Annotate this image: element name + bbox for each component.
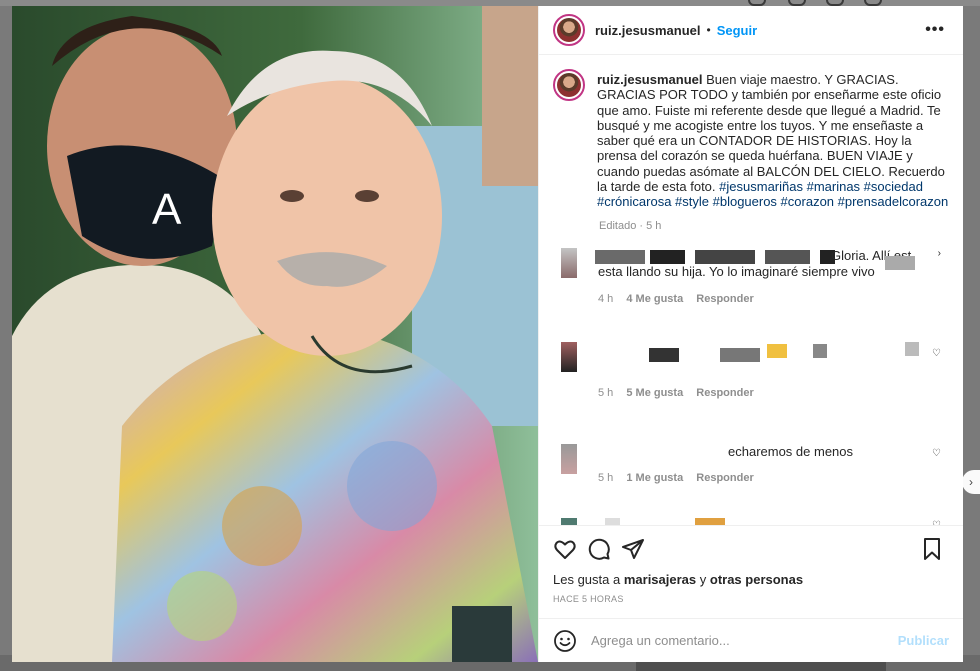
liker-username[interactable]: marisajeras <box>624 572 696 587</box>
comment-item: echaremos de menos ♡ 5 h 1 Me gusta Resp… <box>555 443 949 506</box>
commenter-avatar[interactable] <box>561 341 577 372</box>
pixelated-text <box>767 343 787 358</box>
pixelated-text <box>885 255 915 270</box>
photo-illustration: A <box>12 6 538 662</box>
caption-text: ruiz.jesusmanuel Buen viaje maestro. Y G… <box>597 72 949 210</box>
comment-meta: 4 h 4 Me gusta Responder <box>598 293 764 305</box>
pixelated-text <box>605 517 620 525</box>
comment-likes[interactable]: 5 Me gusta <box>626 387 683 399</box>
add-comment-bar: Publicar <box>539 618 963 662</box>
comment-like-icon[interactable]: › <box>938 248 941 259</box>
pixelated-text <box>649 347 679 362</box>
comment-icon[interactable] <box>587 537 611 561</box>
pixelated-text <box>765 249 810 264</box>
caption-body: Buen viaje maestro. Y GRACIAS. GRACIAS P… <box>597 72 945 195</box>
comments-section[interactable]: ruiz.jesusmanuel Buen viaje maestro. Y G… <box>539 55 963 525</box>
emoji-icon[interactable] <box>553 629 577 653</box>
comment-text-line2: esta llando su hija. Yo lo imaginaré sie… <box>598 263 875 279</box>
commenter-avatar[interactable] <box>561 247 577 278</box>
comment-item: ♡ <box>555 517 949 525</box>
caption-username[interactable]: ruiz.jesusmanuel <box>597 72 702 87</box>
reply-button[interactable]: Responder <box>696 387 753 399</box>
comment-time: 4 h <box>598 292 614 305</box>
post-sidebar: ruiz.jesusmanuel • Seguir ••• ruiz.jesus… <box>538 6 963 662</box>
post-photo: A <box>12 6 538 662</box>
likes-summary: Les gusta a marisajeras y otras personas <box>553 572 803 587</box>
comment-input[interactable] <box>589 632 898 649</box>
publish-button[interactable]: Publicar <box>898 633 949 648</box>
svg-text:A: A <box>152 185 182 234</box>
comment-item: Gloria. Allí est esta llando su hija. Yo… <box>555 247 949 318</box>
caption-avatar[interactable] <box>553 69 585 101</box>
pixelated-text <box>905 341 919 356</box>
comment-like-icon[interactable]: ♡ <box>932 348 941 359</box>
others-link[interactable]: otras personas <box>710 572 803 587</box>
comment-item: ♡ 5 h 5 Me gusta Responder <box>555 341 949 420</box>
pixelated-text <box>813 343 827 358</box>
comment-meta: 5 h 5 Me gusta Responder <box>598 387 764 399</box>
post-header: ruiz.jesusmanuel • Seguir ••• <box>539 6 963 55</box>
heart-icon[interactable] <box>553 537 577 561</box>
edited-label: Editado · 5 h <box>599 219 662 232</box>
reply-button[interactable]: Responder <box>696 472 753 484</box>
comment-meta: 5 h 1 Me gusta Responder <box>598 472 764 484</box>
post-actions: Les gusta a marisajeras y otras personas… <box>539 525 963 618</box>
comment-text: echaremos de menos <box>728 443 854 459</box>
pixelated-text <box>595 249 645 264</box>
pixelated-text <box>695 249 755 264</box>
likes-and: y <box>699 572 707 587</box>
commenter-avatar[interactable] <box>561 443 577 474</box>
pixelated-text <box>720 347 760 362</box>
pixelated-text <box>650 249 685 264</box>
commenter-avatar[interactable] <box>561 517 577 525</box>
pixelated-text <box>695 517 725 525</box>
author-avatar[interactable] <box>553 14 585 46</box>
comment-likes[interactable]: 4 Me gusta <box>626 293 683 305</box>
separator-dot: • <box>706 23 711 37</box>
share-icon[interactable] <box>621 537 645 561</box>
post-timestamp: HACE 5 HORAS <box>553 594 624 604</box>
more-icon[interactable]: ••• <box>925 21 949 39</box>
follow-button[interactable]: Seguir <box>717 23 757 38</box>
comment-time: 5 h <box>598 471 614 484</box>
author-username[interactable]: ruiz.jesusmanuel <box>595 23 700 38</box>
post-modal: A ruiz.jesusmanuel • Seguir ••• ruiz.jes… <box>12 6 963 662</box>
post-caption: ruiz.jesusmanuel Buen viaje maestro. Y G… <box>553 69 949 210</box>
comment-likes[interactable]: 1 Me gusta <box>626 472 683 484</box>
comment-time: 5 h <box>598 386 614 399</box>
bookmark-icon[interactable] <box>920 537 944 561</box>
reply-button[interactable]: Responder <box>696 293 753 305</box>
likes-prefix: Les gusta a <box>553 572 621 587</box>
next-post-arrow[interactable]: › <box>962 470 980 494</box>
comment-like-icon[interactable]: ♡ <box>932 448 941 459</box>
